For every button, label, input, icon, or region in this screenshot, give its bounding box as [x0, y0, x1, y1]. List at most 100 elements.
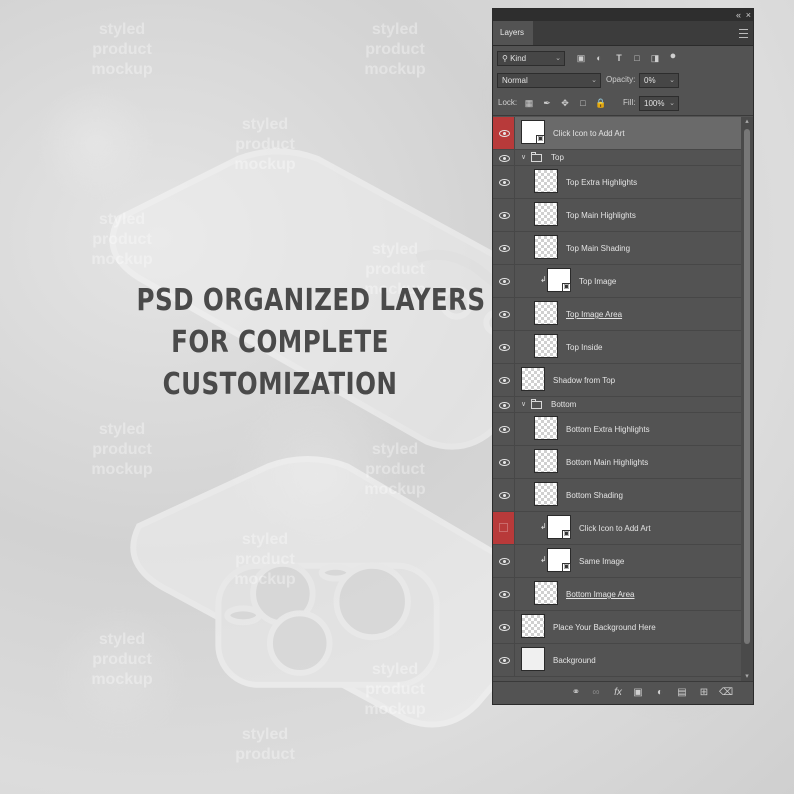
layer-row[interactable]: Bottom Image Area [493, 578, 741, 611]
layer-row[interactable]: ↲ ▣ Top Image [493, 265, 741, 298]
visibility-toggle[interactable] [493, 578, 515, 610]
layer-name[interactable]: Background [553, 656, 596, 665]
chain-icon[interactable]: ∞ [589, 686, 603, 700]
expand-caret-icon[interactable]: ∨ [521, 400, 526, 408]
layer-row[interactable]: Place Your Background Here [493, 611, 741, 644]
layer-name[interactable]: Top [551, 153, 564, 162]
lock-transparent-icon[interactable]: ▦ [523, 96, 535, 110]
visibility-toggle[interactable] [493, 446, 515, 478]
shape-filter-icon[interactable]: □ [631, 51, 643, 65]
visibility-toggle[interactable] [493, 265, 515, 297]
layer-row[interactable]: Top Image Area [493, 298, 741, 331]
adjustment-filter-icon[interactable]: ◐ [593, 51, 605, 65]
visibility-toggle[interactable] [493, 644, 515, 676]
layer-thumbnail[interactable]: ▣ [547, 268, 571, 292]
layer-thumbnail[interactable] [534, 449, 558, 473]
tab-layers[interactable]: Layers [493, 21, 533, 45]
layer-name[interactable]: Top Inside [566, 343, 602, 352]
visibility-toggle[interactable] [493, 298, 515, 330]
layer-name[interactable]: Click Icon to Add Art [579, 524, 651, 533]
layer-name[interactable]: Top Main Highlights [566, 211, 636, 220]
layer-name[interactable]: Click Icon to Add Art [553, 129, 625, 138]
layer-group-row[interactable]: ∨ Bottom [493, 397, 741, 413]
link-icon[interactable]: ⚭ [569, 686, 583, 700]
visibility-toggle[interactable] [493, 117, 515, 149]
layer-name[interactable]: Bottom Shading [566, 491, 623, 500]
visibility-toggle[interactable] [493, 166, 515, 198]
layer-row[interactable]: Top Extra Highlights [493, 166, 741, 199]
visibility-toggle[interactable] [493, 413, 515, 445]
layer-row[interactable]: Background [493, 644, 741, 677]
layer-row[interactable]: ↲ ▣ Same Image [493, 545, 741, 578]
layer-thumbnail[interactable] [534, 202, 558, 226]
layer-row[interactable]: ▣ Click Icon to Add Art [493, 117, 741, 150]
layer-thumbnail[interactable] [521, 647, 545, 671]
layer-thumbnail[interactable]: ▣ [521, 120, 545, 144]
filter-kind-select[interactable]: ⚲ Kind ⌄ [497, 51, 565, 66]
pixel-filter-icon[interactable]: ▣ [575, 51, 587, 65]
layer-thumbnail[interactable] [521, 614, 545, 638]
layer-row[interactable]: Bottom Extra Highlights [493, 413, 741, 446]
filter-toggle-icon[interactable]: ● [667, 49, 679, 63]
visibility-toggle[interactable] [493, 611, 515, 643]
opacity-field[interactable]: 0% ⌄ [639, 73, 679, 88]
layer-thumbnail[interactable] [534, 334, 558, 358]
layer-row[interactable]: Top Main Highlights [493, 199, 741, 232]
layer-thumbnail[interactable] [534, 416, 558, 440]
layer-thumbnail[interactable] [521, 367, 545, 391]
lock-paint-icon[interactable]: ✒ [541, 96, 553, 110]
visibility-toggle[interactable] [493, 479, 515, 511]
layer-name[interactable]: Bottom Extra Highlights [566, 425, 650, 434]
visibility-toggle[interactable] [493, 199, 515, 231]
layer-thumbnail[interactable] [534, 169, 558, 193]
layer-row[interactable]: Top Inside [493, 331, 741, 364]
blend-mode-select[interactable]: Normal ⌄ [497, 73, 601, 88]
layer-thumbnail[interactable]: ▣ [547, 548, 571, 572]
layer-row[interactable]: Shadow from Top [493, 364, 741, 397]
layer-thumbnail[interactable] [534, 482, 558, 506]
visibility-toggle[interactable] [493, 364, 515, 396]
visibility-toggle[interactable] [493, 512, 515, 544]
lock-all-icon[interactable]: 🔒 [595, 96, 607, 110]
visibility-toggle[interactable] [493, 331, 515, 363]
type-filter-icon[interactable]: T [613, 51, 625, 65]
adjustment-icon[interactable]: ◐ [653, 686, 667, 700]
collapse-icon[interactable]: « [736, 9, 741, 21]
visibility-toggle[interactable] [493, 397, 515, 412]
layer-name[interactable]: Top Extra Highlights [566, 178, 637, 187]
layer-name[interactable]: Bottom [551, 400, 576, 409]
folder-icon[interactable]: ▤ [675, 686, 689, 700]
fx-icon[interactable]: fx [611, 686, 625, 700]
layer-name[interactable]: Top Main Shading [566, 244, 630, 253]
layer-name[interactable]: Bottom Main Highlights [566, 458, 648, 467]
layer-group-row[interactable]: ∨ Top [493, 150, 741, 166]
mask-icon[interactable]: ▣ [631, 686, 645, 700]
close-icon[interactable]: × [746, 9, 751, 21]
scroll-thumb[interactable] [744, 129, 750, 644]
layer-thumbnail[interactable] [534, 235, 558, 259]
lock-artboard-icon[interactable]: □ [577, 96, 589, 110]
scroll-up-icon[interactable]: ▴ [741, 117, 753, 127]
layer-name[interactable]: Top Image [579, 277, 616, 286]
layers-scrollbar[interactable]: ▴ ▾ [741, 117, 753, 682]
layer-name[interactable]: Place Your Background Here [553, 623, 656, 632]
panel-menu-icon[interactable] [739, 29, 748, 38]
layer-name[interactable]: Bottom Image Area [566, 590, 634, 599]
layer-row[interactable]: Bottom Shading [493, 479, 741, 512]
smart-object-filter-icon[interactable]: ◨ [649, 51, 661, 65]
layer-thumbnail[interactable] [534, 581, 558, 605]
fill-field[interactable]: 100% ⌄ [639, 96, 679, 111]
layer-row[interactable]: Top Main Shading [493, 232, 741, 265]
new-layer-icon[interactable]: ⊞ [697, 686, 711, 700]
visibility-toggle[interactable] [493, 545, 515, 577]
trash-icon[interactable]: ⌫ [719, 686, 733, 700]
lock-position-icon[interactable]: ✥ [559, 96, 571, 110]
layer-name[interactable]: Shadow from Top [553, 376, 615, 385]
layer-name[interactable]: Same Image [579, 557, 624, 566]
visibility-toggle[interactable] [493, 150, 515, 165]
visibility-toggle[interactable] [493, 232, 515, 264]
layer-name[interactable]: Top Image Area [566, 310, 622, 319]
layer-thumbnail[interactable]: ▣ [547, 515, 571, 539]
layer-row[interactable]: Bottom Main Highlights [493, 446, 741, 479]
layer-row[interactable]: ↲ ▣ Click Icon to Add Art [493, 512, 741, 545]
